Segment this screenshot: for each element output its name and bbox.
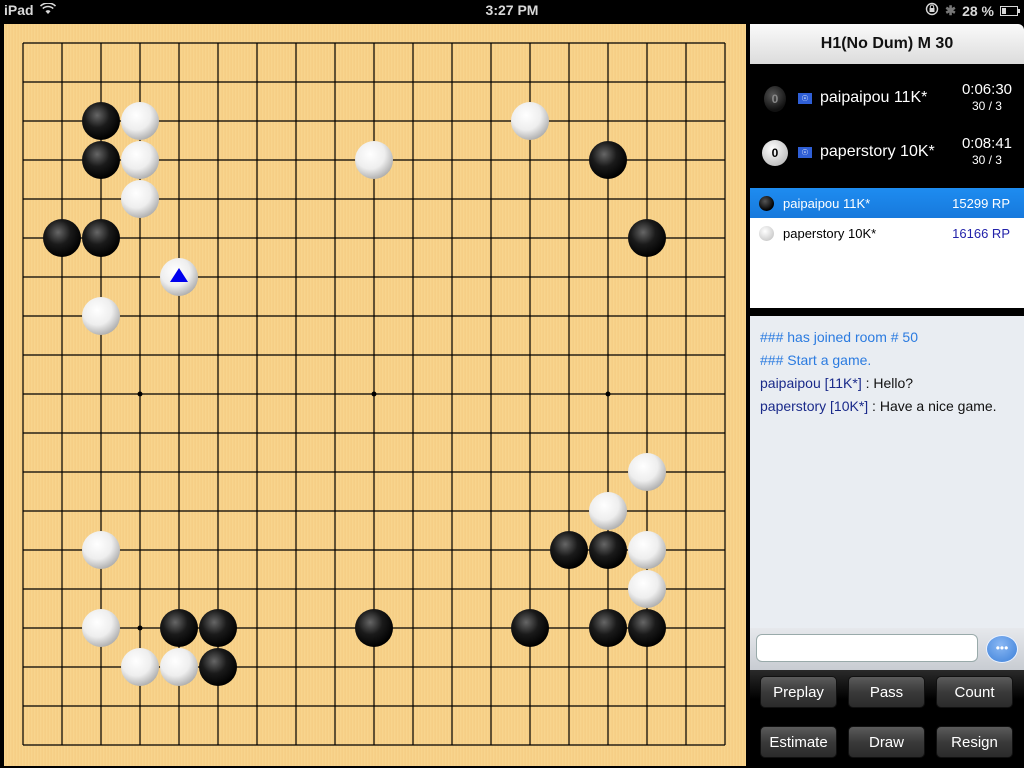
white-stone[interactable] — [121, 648, 159, 686]
chat-sender: paipaipou [11K*] — [760, 375, 862, 391]
white-time: 0:08:41 — [961, 135, 1012, 152]
white-stone[interactable] — [628, 453, 666, 491]
un-flag-icon: ☉ — [798, 93, 812, 104]
star-point — [137, 391, 143, 397]
chat-system-text: ### has joined room # 50 — [760, 329, 918, 345]
player-list-item[interactable]: paperstory 10K* 16166 RP — [750, 218, 1024, 248]
chat-line: ### Start a game. — [760, 349, 1014, 372]
chat-sender: paperstory [10K*] — [760, 398, 869, 414]
white-stone[interactable] — [160, 648, 198, 686]
white-captures-stone-icon: 0 — [762, 140, 788, 166]
star-point — [605, 391, 611, 397]
pass-button[interactable]: Pass — [848, 676, 925, 708]
black-stone[interactable] — [160, 609, 198, 647]
white-stone[interactable] — [82, 609, 120, 647]
black-stone[interactable] — [82, 141, 120, 179]
white-stone-icon — [759, 226, 774, 241]
black-stone[interactable] — [589, 609, 627, 647]
black-player-name: paipaipou 11K* — [820, 89, 928, 106]
chat-system-text: ### Start a game. — [760, 352, 872, 368]
count-button[interactable]: Count — [936, 676, 1013, 708]
black-stone[interactable] — [355, 609, 393, 647]
chat-message: : Have a nice game. — [868, 398, 997, 414]
star-point — [371, 391, 377, 397]
chat-line: paperstory [10K*] : Have a nice game. — [760, 395, 1014, 418]
black-stone[interactable] — [589, 141, 627, 179]
chat-line: paipaipou [11K*] : Hello? — [760, 372, 1014, 395]
black-stone[interactable] — [199, 648, 237, 686]
white-stone[interactable] — [121, 102, 159, 140]
black-clock: 0:06:30 30 / 3 — [962, 82, 1012, 114]
draw-button[interactable]: Draw — [848, 726, 925, 758]
game-title: H1(No Dum) M 30 — [750, 24, 1024, 64]
black-stone[interactable] — [511, 609, 549, 647]
white-clock: 0:08:41 30 / 3 — [962, 136, 1012, 168]
status-bar: iPad 3:27 PM ✱ 28 % — [0, 0, 1024, 20]
white-stone[interactable] — [82, 531, 120, 569]
battery-percent: 28 % — [962, 2, 994, 19]
white-stone[interactable] — [121, 141, 159, 179]
clock: 3:27 PM — [485, 2, 539, 18]
un-flag-icon: ☉ — [798, 147, 812, 158]
player-list-rp: 15299 RP — [952, 196, 1010, 211]
board-grid[interactable] — [4, 24, 746, 766]
black-stone[interactable] — [82, 102, 120, 140]
estimate-button[interactable]: Estimate — [760, 726, 837, 758]
black-stone[interactable] — [628, 609, 666, 647]
go-board[interactable] — [4, 24, 746, 766]
player-list: paipaipou 11K* 15299 RP paperstory 10K* … — [750, 188, 1024, 308]
bluetooth-icon: ✱ — [945, 2, 957, 18]
chat-message: : Hello? — [861, 375, 914, 391]
player-list-item[interactable]: paipaipou 11K* 15299 RP — [750, 188, 1024, 218]
game-panel: H1(No Dum) M 30 0 ☉ paipaipou 11K* 0:06:… — [750, 24, 1024, 768]
star-point — [137, 625, 143, 631]
black-stone[interactable] — [628, 219, 666, 257]
preplay-button[interactable]: Preplay — [760, 676, 837, 708]
chat-input[interactable] — [756, 634, 978, 662]
battery-fill — [1002, 7, 1007, 14]
player-row-white: 0 ☉ paperstory 10K* 0:08:41 30 / 3 — [750, 128, 1024, 178]
player-list-name: paperstory 10K* — [783, 226, 877, 241]
battery-icon — [1000, 5, 1020, 16]
white-stone[interactable] — [628, 531, 666, 569]
white-stone[interactable] — [355, 141, 393, 179]
player-list-name: paipaipou 11K* — [783, 196, 871, 211]
black-stone[interactable] — [199, 609, 237, 647]
action-buttons: Preplay Pass Count Estimate Draw Resign — [750, 670, 1024, 768]
black-captures-stone-icon: 0 — [764, 86, 786, 112]
black-stone[interactable] — [589, 531, 627, 569]
chat-input-bar: ••• — [750, 628, 1024, 670]
black-stone-icon — [759, 196, 774, 211]
white-player-name: paperstory 10K* — [820, 143, 935, 160]
black-byoyomi: 30 / 3 — [971, 99, 1002, 113]
chat-log[interactable]: ### has joined room # 50 ### Start a gam… — [750, 316, 1024, 628]
black-stone[interactable] — [43, 219, 81, 257]
white-stone[interactable] — [121, 180, 159, 218]
white-stone[interactable] — [82, 297, 120, 335]
white-stone[interactable] — [628, 570, 666, 608]
rotation-lock-icon — [925, 2, 939, 19]
speech-bubble-icon[interactable]: ••• — [986, 635, 1018, 663]
chat-line: ### has joined room # 50 — [760, 326, 1014, 349]
black-stone[interactable] — [550, 531, 588, 569]
white-stone[interactable] — [511, 102, 549, 140]
black-stone[interactable] — [82, 219, 120, 257]
resign-button[interactable]: Resign — [936, 726, 1013, 758]
player-row-black: 0 ☉ paipaipou 11K* 0:06:30 30 / 3 — [750, 74, 1024, 124]
player-list-rp: 16166 RP — [952, 226, 1010, 241]
white-stone[interactable] — [589, 492, 627, 530]
black-time: 0:06:30 — [961, 81, 1012, 98]
white-byoyomi: 30 / 3 — [971, 153, 1002, 167]
